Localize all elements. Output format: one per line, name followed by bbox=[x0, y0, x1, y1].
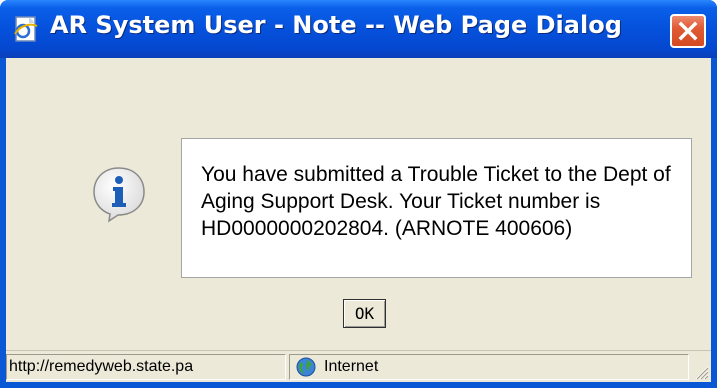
close-button[interactable] bbox=[670, 14, 706, 48]
message-box: You have submitted a Trouble Ticket to t… bbox=[181, 138, 692, 278]
window-title: AR System User - Note -- Web Page Dialog bbox=[50, 11, 622, 39]
status-url: http://remedyweb.state.pa bbox=[6, 354, 286, 380]
window-frame-bottom bbox=[0, 382, 717, 388]
resize-grip-icon[interactable] bbox=[693, 364, 709, 380]
title-bar[interactable]: AR System User - Note -- Web Page Dialog bbox=[0, 0, 717, 58]
info-icon bbox=[93, 167, 145, 223]
ie-page-icon bbox=[14, 16, 38, 42]
ok-button[interactable]: OK bbox=[343, 299, 386, 328]
security-zone: Internet bbox=[289, 354, 689, 380]
zone-label: Internet bbox=[324, 358, 379, 375]
dialog-window: AR System User - Note -- Web Page Dialog… bbox=[0, 0, 717, 388]
status-bar: http://remedyweb.state.pa Internet bbox=[6, 350, 711, 382]
message-text: You have submitted a Trouble Ticket to t… bbox=[201, 163, 671, 240]
globe-icon bbox=[296, 357, 316, 377]
dialog-body: You have submitted a Trouble Ticket to t… bbox=[6, 58, 711, 350]
close-icon bbox=[678, 21, 698, 41]
